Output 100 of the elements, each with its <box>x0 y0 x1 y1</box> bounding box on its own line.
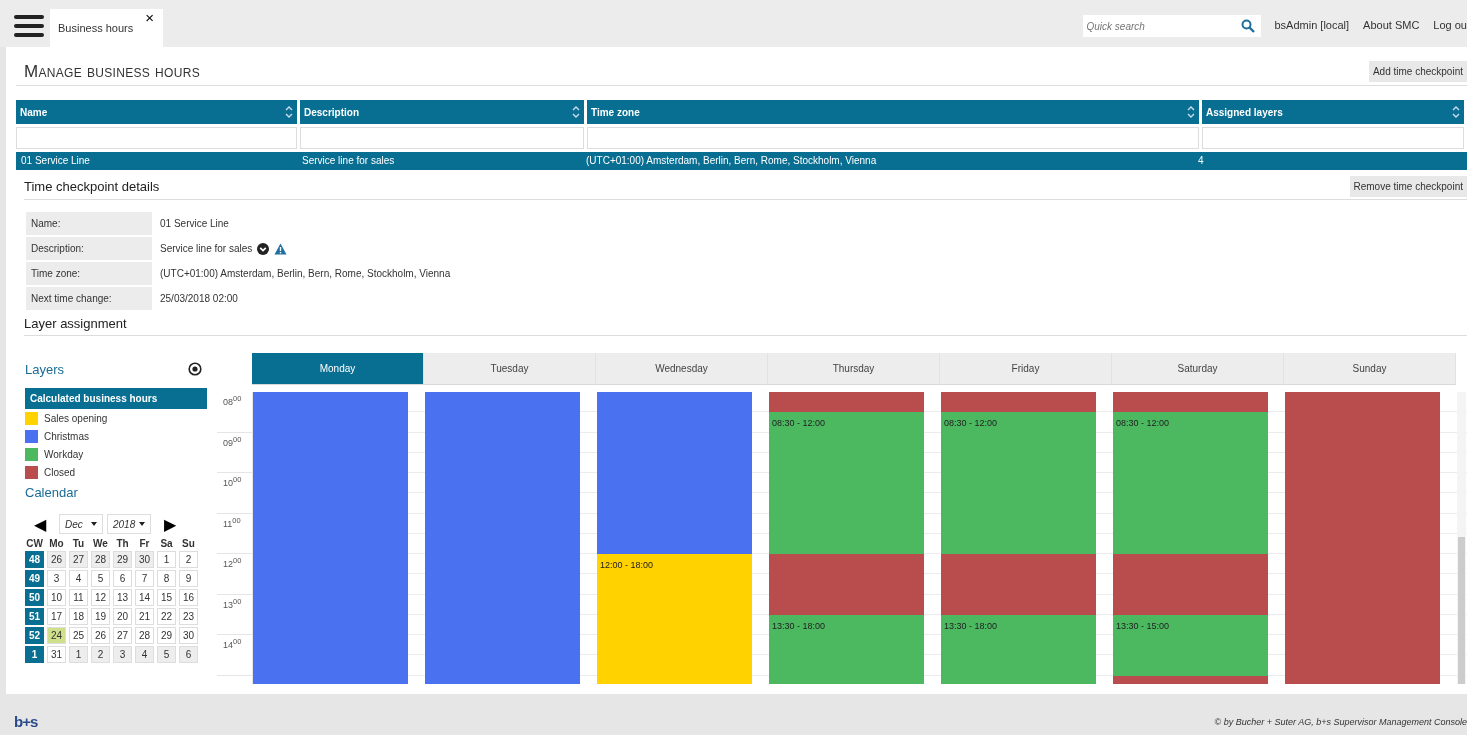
layer-item[interactable]: Sales opening <box>44 412 108 424</box>
time-range-label: 13:30 - 18:00 <box>944 620 998 631</box>
calendar-day[interactable]: 7 <box>135 570 154 587</box>
calendar-title: Calendar <box>25 485 79 500</box>
calendar-day[interactable]: 23 <box>179 608 198 625</box>
column-header[interactable]: Description <box>300 100 584 124</box>
next-month-button[interactable]: ▶ <box>155 514 185 534</box>
add-checkpoint-button[interactable]: Add time checkpoint <box>1368 61 1467 82</box>
calendar-day[interactable]: 31 <box>47 646 66 663</box>
column-header[interactable]: Time zone <box>587 100 1199 124</box>
day-tab[interactable]: Saturday <box>1112 353 1284 385</box>
schedule-slot[interactable] <box>769 533 924 555</box>
target-icon[interactable] <box>188 362 202 376</box>
calendar-day[interactable]: 25 <box>69 627 88 644</box>
calendar-day[interactable]: 6 <box>179 646 198 663</box>
calendar-day[interactable]: 15 <box>157 589 176 606</box>
calendar-day[interactable]: 10 <box>47 589 66 606</box>
sort-icon <box>1452 105 1460 119</box>
calendar-day[interactable]: 17 <box>47 608 66 625</box>
table-row[interactable]: 01 Service Line Service line for sales (UTC+01:00) Amsterdam, Berlin, Bern, Rome, Stockholm, Vienna 4 <box>16 152 1467 170</box>
schedule-slot[interactable] <box>1113 533 1268 555</box>
calendar-day[interactable]: 5 <box>91 570 110 587</box>
schedule-slot[interactable]: 08:30 - 12:00 <box>941 412 1096 433</box>
layer-item[interactable]: Closed <box>44 466 76 478</box>
calendar-day[interactable]: 29 <box>113 551 132 568</box>
filter-field[interactable] <box>300 127 584 149</box>
week-number: 50 <box>25 589 44 606</box>
calendar-day[interactable]: 29 <box>157 627 176 644</box>
calendar-day[interactable]: 13 <box>113 589 132 606</box>
calculated-layer-item[interactable]: Calculated business hours <box>25 388 207 409</box>
filter-field[interactable] <box>1202 127 1464 149</box>
calendar-day[interactable]: 24 <box>47 627 66 644</box>
field-value: (UTC+01:00) Amsterdam, Berlin, Bern, Rome, Stockholm, Vienna <box>160 268 451 279</box>
year-dropdown[interactable]: 2018 <box>107 514 151 534</box>
calendar-day[interactable]: 30 <box>179 627 198 644</box>
calendar-day[interactable]: 4 <box>135 646 154 663</box>
day-tab[interactable]: Monday <box>252 353 424 385</box>
calendar-day[interactable]: 1 <box>69 646 88 663</box>
filter-field[interactable] <box>587 127 1199 149</box>
remove-checkpoint-button[interactable]: Remove time checkpoint <box>1349 176 1467 197</box>
calendar-day[interactable]: 26 <box>47 551 66 568</box>
calendar-day[interactable]: 2 <box>91 646 110 663</box>
calendar-day[interactable]: 16 <box>179 589 198 606</box>
calendar-day[interactable]: 5 <box>157 646 176 663</box>
chevron-down-icon[interactable] <box>257 242 270 255</box>
schedule-slot[interactable] <box>597 533 752 555</box>
schedule-slot[interactable] <box>769 392 924 413</box>
month-dropdown[interactable]: Dec <box>59 514 103 534</box>
schedule-slot[interactable]: 08:30 - 12:00 <box>1113 412 1268 433</box>
column-header[interactable]: Name <box>16 100 297 124</box>
schedule-slot[interactable]: 12:00 - 18:00 <box>597 554 752 575</box>
calendar-day[interactable]: 27 <box>113 627 132 644</box>
search-icon[interactable] <box>1240 19 1255 33</box>
calendar-day[interactable]: 30 <box>135 551 154 568</box>
calendar-day[interactable]: 19 <box>91 608 110 625</box>
calendar-day[interactable]: 27 <box>69 551 88 568</box>
column-header[interactable]: Assigned layers <box>1202 100 1464 124</box>
day-tab[interactable]: Sunday <box>1284 353 1456 385</box>
calendar-day[interactable]: 26 <box>91 627 110 644</box>
calendar-day[interactable]: 2 <box>179 551 198 568</box>
schedule-slot[interactable]: 13:30 - 18:00 <box>941 614 1096 636</box>
schedule-slot[interactable] <box>941 533 1096 555</box>
previous-month-button[interactable]: ◀ <box>25 514 55 534</box>
filter-field[interactable] <box>16 127 297 149</box>
schedule-slot[interactable] <box>941 392 1096 413</box>
schedule-slot[interactable] <box>1113 392 1268 413</box>
calendar-day[interactable]: 28 <box>135 627 154 644</box>
calendar-day[interactable]: 20 <box>113 608 132 625</box>
calendar-day[interactable]: 11 <box>69 589 88 606</box>
calendar-day[interactable]: 18 <box>69 608 88 625</box>
calendar-day[interactable]: 8 <box>157 570 176 587</box>
calendar-day[interactable]: 4 <box>69 570 88 587</box>
nav-link[interactable]: About SMC <box>1363 19 1420 31</box>
scrollbar[interactable] <box>1457 392 1466 684</box>
nav-link[interactable]: bsAdmin [local] <box>1274 19 1350 31</box>
calendar-day[interactable]: 14 <box>135 589 154 606</box>
day-tab[interactable]: Wednesday <box>596 353 768 385</box>
calendar-day[interactable]: 28 <box>91 551 110 568</box>
calendar-day[interactable]: 12 <box>91 589 110 606</box>
schedule-slot[interactable]: 13:30 - 18:00 <box>769 614 924 636</box>
layer-item[interactable]: Christmas <box>44 430 89 442</box>
schedule-slot[interactable]: 08:30 - 12:00 <box>769 412 924 433</box>
caret-icon <box>91 522 97 526</box>
day-tab[interactable]: Thursday <box>768 353 940 385</box>
calendar-day[interactable]: 3 <box>47 570 66 587</box>
nav-link[interactable]: Log ou <box>1433 19 1467 31</box>
calendar-day[interactable]: 22 <box>157 608 176 625</box>
calendar-day[interactable]: 21 <box>135 608 154 625</box>
search-field[interactable]: Quick search <box>1082 15 1261 37</box>
day-tab[interactable]: Friday <box>940 353 1112 385</box>
calendar-day[interactable]: 6 <box>113 570 132 587</box>
hour-label: 10$^{00}$ <box>223 478 242 488</box>
calendar-day[interactable]: 9 <box>179 570 198 587</box>
warning-icon[interactable] <box>274 242 288 255</box>
schedule-slot[interactable]: 13:30 - 15:00 <box>1113 614 1268 636</box>
layer-item[interactable]: Workday <box>44 448 84 460</box>
layers-title: Layers <box>25 361 65 377</box>
calendar-day[interactable]: 1 <box>157 551 176 568</box>
calendar-day[interactable]: 3 <box>113 646 132 663</box>
day-tab[interactable]: Tuesday <box>424 353 596 385</box>
